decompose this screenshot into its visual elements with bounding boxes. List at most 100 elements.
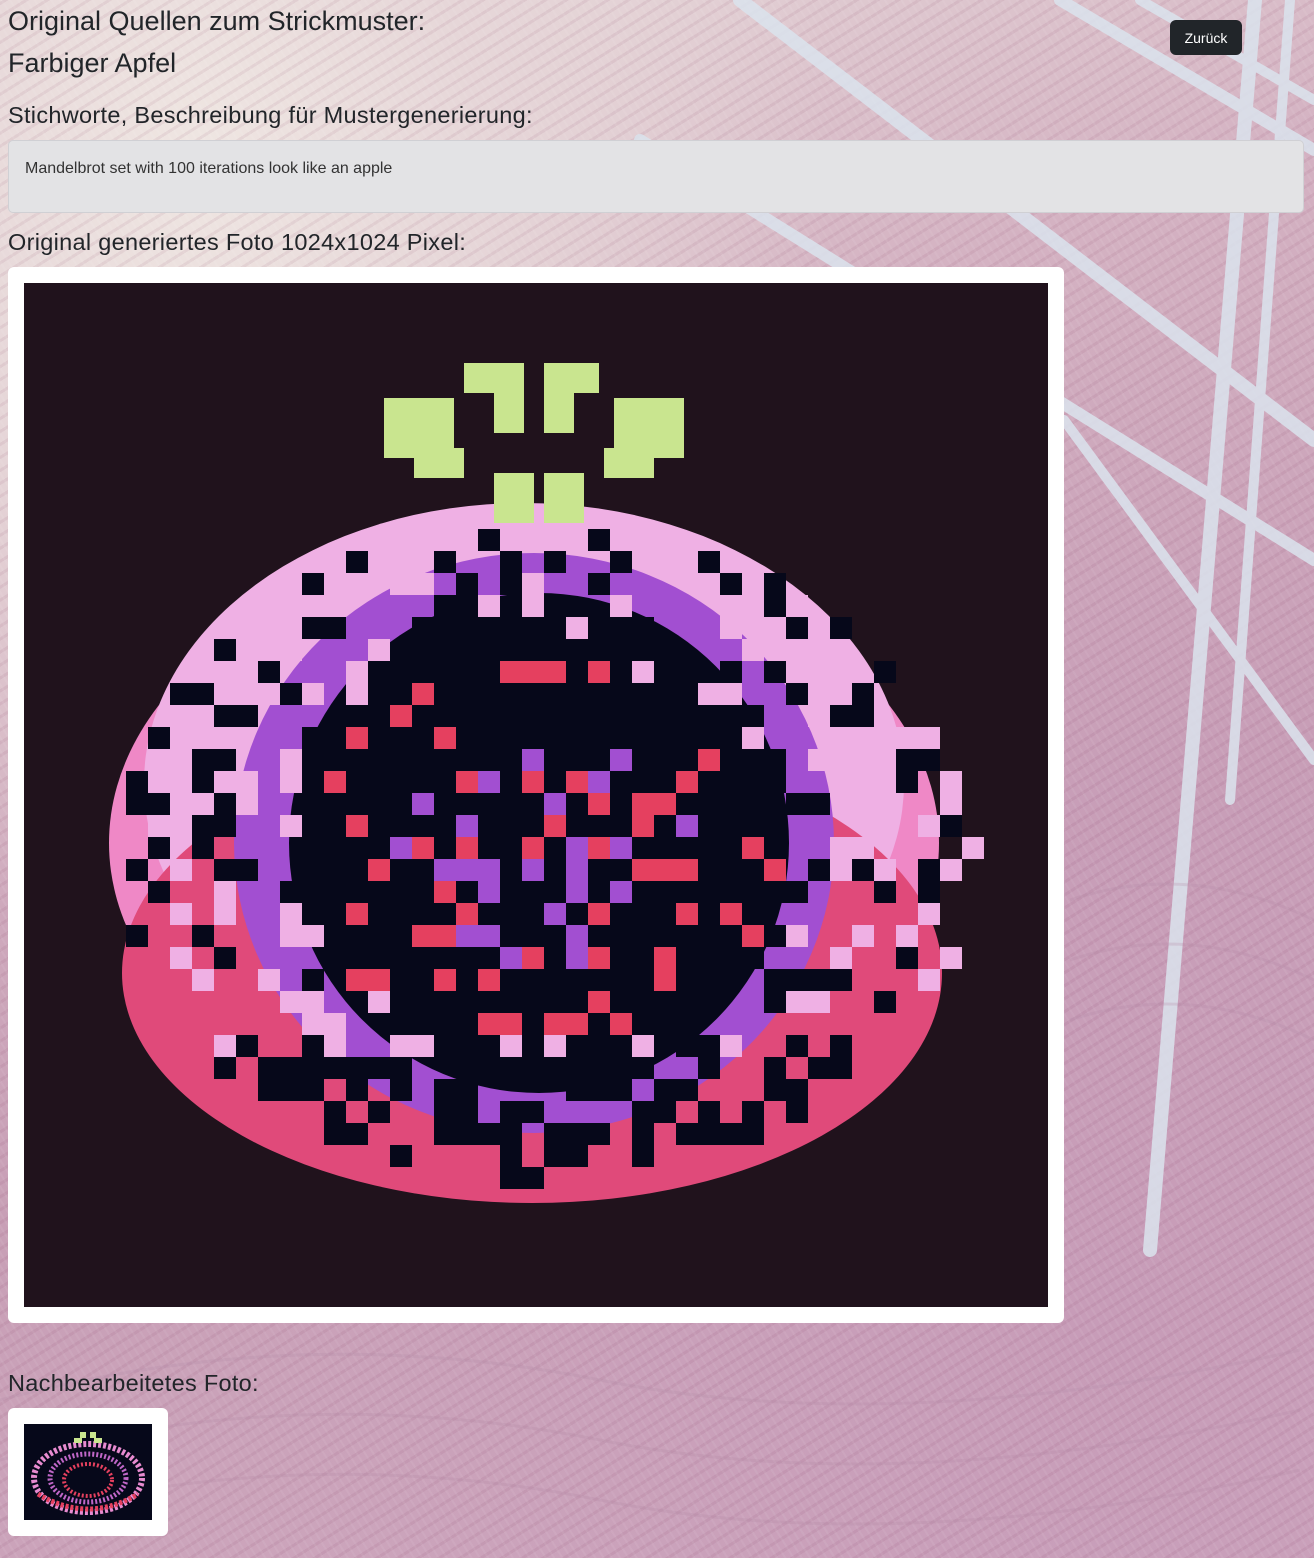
pattern-pixel [764, 815, 786, 837]
pattern-pixel [522, 947, 544, 969]
pattern-pixel [456, 1079, 478, 1101]
pattern-pixel [390, 573, 412, 595]
pattern-pixel [698, 903, 720, 925]
pattern-pixel [896, 925, 918, 947]
pattern-pixel [478, 1013, 500, 1035]
pattern-pixel [742, 771, 764, 793]
pattern-pixel [742, 947, 764, 969]
pattern-pixel [368, 991, 390, 1013]
pattern-pixel [632, 1057, 654, 1079]
pattern-pixel [412, 793, 434, 815]
pattern-pixel [742, 705, 764, 727]
pattern-pixel [148, 815, 170, 837]
pattern-pixel [874, 749, 896, 771]
pattern-pixel [368, 749, 390, 771]
pattern-pixel [214, 903, 236, 925]
pattern-pixel [456, 1101, 478, 1123]
pattern-pixel [786, 969, 808, 991]
pattern-pixel [522, 991, 544, 1013]
pattern-pixel [478, 1123, 500, 1145]
pattern-pixel [896, 771, 918, 793]
pattern-pixel [478, 595, 500, 617]
pattern-pixel [324, 1035, 346, 1057]
pattern-pixel [456, 1035, 478, 1057]
pattern-pixel [302, 771, 324, 793]
pattern-pixel [522, 771, 544, 793]
pattern-pixel [412, 969, 434, 991]
pattern-pixel [830, 617, 852, 639]
pattern-pixel [324, 1123, 346, 1145]
pattern-pixel [698, 925, 720, 947]
pattern-pixel [610, 1079, 632, 1101]
pattern-pixel [522, 1101, 544, 1123]
back-button[interactable]: Zurück [1170, 20, 1242, 55]
pattern-pixel [280, 771, 302, 793]
pattern-pixel [764, 1057, 786, 1079]
pattern-pixel [170, 903, 192, 925]
pattern-pixel [566, 617, 588, 639]
pattern-pixel [720, 683, 742, 705]
pattern-pixel [566, 1079, 588, 1101]
pattern-pixel [852, 837, 874, 859]
pattern-pixel [852, 859, 874, 881]
pattern-pixel [346, 925, 368, 947]
pattern-pixel [280, 881, 302, 903]
pattern-pixel [434, 1123, 456, 1145]
pattern-pixel [764, 771, 786, 793]
pattern-pixel [764, 925, 786, 947]
pattern-pixel [236, 793, 258, 815]
pattern-pixel [588, 573, 610, 595]
pattern-pixel [214, 881, 236, 903]
pattern-pixel [346, 1057, 368, 1079]
pattern-pixel [698, 1035, 720, 1057]
processed-photo-card[interactable] [8, 1408, 168, 1536]
pattern-pixel [632, 1101, 654, 1123]
pattern-pixel [390, 1079, 412, 1101]
pattern-pixel [412, 837, 434, 859]
pattern-pixel [280, 815, 302, 837]
pattern-pixel [544, 903, 566, 925]
pattern-pixel [412, 661, 434, 683]
pattern-pixel [566, 837, 588, 859]
pattern-pixel [940, 815, 962, 837]
pattern-pixel [566, 771, 588, 793]
pattern-pixel [500, 1035, 522, 1057]
pattern-pixel [808, 705, 830, 727]
pattern-pixel [654, 1013, 676, 1035]
pattern-pixel [302, 683, 324, 705]
pattern-pixel [280, 1079, 302, 1101]
pattern-pixel [544, 1057, 566, 1079]
pattern-pixel [544, 617, 566, 639]
pattern-pixel [434, 1101, 456, 1123]
pattern-pixel [324, 1057, 346, 1079]
pattern-pixel [764, 573, 786, 595]
pattern-pixel [764, 991, 786, 1013]
pattern-pixel [522, 573, 544, 595]
pattern-pixel [434, 727, 456, 749]
pattern-pixel [500, 727, 522, 749]
pattern-pixel [346, 573, 368, 595]
pattern-pixel [522, 837, 544, 859]
pattern-pixel [412, 705, 434, 727]
processed-photo-thumbnail[interactable] [24, 1424, 152, 1520]
pattern-pixel [412, 573, 434, 595]
pattern-pixel [698, 1101, 720, 1123]
pattern-pixel [632, 727, 654, 749]
pattern-pixel [280, 991, 302, 1013]
pattern-pixel [808, 991, 830, 1013]
pattern-pixel [808, 793, 830, 815]
pattern-pixel [786, 1079, 808, 1101]
pattern-pixel [720, 617, 742, 639]
pattern-pixel [368, 661, 390, 683]
pattern-pixel [830, 705, 852, 727]
pattern-pixel [214, 1057, 236, 1079]
pattern-pixel [456, 859, 478, 881]
pattern-pixel [522, 859, 544, 881]
pattern-pixel [456, 595, 478, 617]
pattern-pixel [302, 727, 324, 749]
pattern-pixel [522, 1035, 544, 1057]
pattern-pixel [126, 771, 148, 793]
pattern-pixel [522, 661, 544, 683]
pattern-pixel [302, 903, 324, 925]
pattern-pixel [412, 683, 434, 705]
